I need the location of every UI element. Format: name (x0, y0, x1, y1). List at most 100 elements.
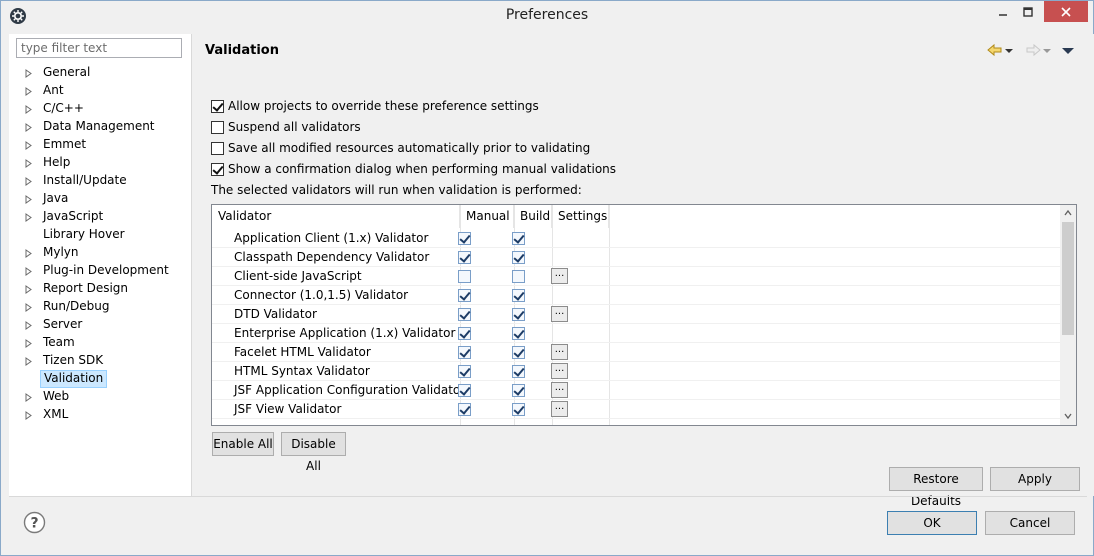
build-checkbox[interactable] (512, 270, 525, 283)
help-icon[interactable]: ? (23, 511, 46, 534)
expand-arrow-icon[interactable] (25, 249, 33, 258)
build-checkbox[interactable] (512, 308, 525, 321)
build-checkbox[interactable] (512, 365, 525, 378)
vertical-scrollbar[interactable] (1060, 205, 1076, 425)
checkbox[interactable] (211, 141, 224, 155)
settings-button[interactable]: ... (551, 363, 568, 379)
manual-checkbox[interactable] (458, 232, 471, 245)
tree-item[interactable]: Data Management (9, 118, 189, 136)
manual-checkbox[interactable] (458, 251, 471, 264)
expand-arrow-icon[interactable] (25, 69, 33, 78)
table-row[interactable]: Application Client (1.x) Validator (212, 229, 1060, 248)
manual-checkbox[interactable] (458, 289, 471, 302)
manual-checkbox[interactable] (458, 346, 471, 359)
tree-item[interactable]: Plug-in Development (9, 262, 189, 280)
expand-arrow-icon[interactable] (25, 213, 33, 222)
enable-all-button[interactable]: Enable All (212, 432, 274, 456)
tree-item[interactable]: Help (9, 154, 189, 172)
expand-arrow-icon[interactable] (25, 411, 33, 420)
expand-arrow-icon[interactable] (25, 321, 33, 330)
table-row[interactable]: Classpath Dependency Validator (212, 248, 1060, 267)
close-icon[interactable] (1044, 1, 1088, 22)
table-row[interactable]: Facelet HTML Validator... (212, 343, 1060, 362)
expand-arrow-icon[interactable] (25, 267, 33, 276)
table-row[interactable]: HTML Syntax Validator... (212, 362, 1060, 381)
restore-defaults-button[interactable]: Restore Defaults (889, 467, 983, 508)
scroll-down-icon[interactable] (1064, 412, 1072, 420)
minimize-icon[interactable] (991, 1, 1015, 22)
tree-item[interactable]: C/C++ (9, 100, 189, 118)
scrollbar-thumb[interactable] (1062, 222, 1074, 335)
column-header-settings[interactable]: Settings (552, 205, 609, 228)
manual-checkbox[interactable] (458, 384, 471, 397)
tree-item[interactable]: XML (9, 406, 189, 424)
table-row[interactable]: Connector (1.0,1.5) Validator (212, 286, 1060, 305)
view-menu-icon[interactable] (1061, 42, 1075, 58)
option-allow-override[interactable]: Allow projects to override these prefere… (211, 97, 539, 115)
expand-arrow-icon[interactable] (25, 285, 33, 294)
checkbox[interactable] (211, 162, 224, 176)
forward-menu-icon[interactable] (1042, 42, 1052, 58)
expand-arrow-icon[interactable] (25, 303, 33, 312)
tree-item[interactable]: Validation (9, 370, 189, 388)
settings-button[interactable]: ... (551, 401, 568, 417)
expand-arrow-icon[interactable] (25, 195, 33, 204)
option-confirmation-dialog[interactable]: Show a confirmation dialog when performi… (211, 160, 616, 178)
manual-checkbox[interactable] (458, 403, 471, 416)
ok-button[interactable]: OK (887, 511, 977, 535)
tree-item[interactable]: Java (9, 190, 189, 208)
tree-item[interactable]: Server (9, 316, 189, 334)
scroll-up-icon[interactable] (1064, 209, 1072, 217)
option-save-resources[interactable]: Save all modified resources automaticall… (211, 139, 590, 157)
tree-item[interactable]: General (9, 64, 189, 82)
build-checkbox[interactable] (512, 289, 525, 302)
build-checkbox[interactable] (512, 384, 525, 397)
tree-item[interactable]: Mylyn (9, 244, 189, 262)
tree-item[interactable]: Emmet (9, 136, 189, 154)
expand-arrow-icon[interactable] (25, 177, 33, 186)
table-row[interactable]: Client-side JavaScript... (212, 267, 1060, 286)
expand-arrow-icon[interactable] (25, 87, 33, 96)
expand-arrow-icon[interactable] (25, 357, 33, 366)
table-row[interactable]: Enterprise Application (1.x) Validator (212, 324, 1060, 343)
tree-item[interactable]: Library Hover (9, 226, 189, 244)
back-menu-icon[interactable] (1004, 42, 1014, 58)
settings-button[interactable]: ... (551, 382, 568, 398)
table-row[interactable]: JSF Application Configuration Validator.… (212, 381, 1060, 400)
tree-item[interactable]: Report Design (9, 280, 189, 298)
settings-button[interactable]: ... (551, 268, 568, 284)
build-checkbox[interactable] (512, 232, 525, 245)
apply-button[interactable]: Apply (990, 467, 1080, 491)
build-checkbox[interactable] (512, 327, 525, 340)
column-header-validator[interactable]: Validator (212, 205, 460, 228)
tree-item[interactable]: Ant (9, 82, 189, 100)
cancel-button[interactable]: Cancel (985, 511, 1075, 535)
expand-arrow-icon[interactable] (25, 123, 33, 132)
manual-checkbox[interactable] (458, 365, 471, 378)
option-suspend-validators[interactable]: Suspend all validators (211, 118, 361, 136)
expand-arrow-icon[interactable] (25, 339, 33, 348)
tree-item[interactable]: JavaScript (9, 208, 189, 226)
maximize-icon[interactable] (1016, 1, 1040, 22)
tree-item[interactable]: Run/Debug (9, 298, 189, 316)
expand-arrow-icon[interactable] (25, 159, 33, 168)
manual-checkbox[interactable] (458, 270, 471, 283)
build-checkbox[interactable] (512, 403, 525, 416)
settings-button[interactable]: ... (551, 344, 568, 360)
expand-arrow-icon[interactable] (25, 141, 33, 150)
back-arrow-icon[interactable] (986, 42, 1004, 58)
column-header-build[interactable]: Build (514, 205, 552, 228)
build-checkbox[interactable] (512, 346, 525, 359)
settings-button[interactable]: ... (551, 306, 568, 322)
build-checkbox[interactable] (512, 251, 525, 264)
forward-arrow-icon[interactable] (1024, 42, 1042, 58)
expand-arrow-icon[interactable] (25, 393, 33, 402)
disable-all-button[interactable]: Disable All (281, 432, 346, 473)
checkbox[interactable] (211, 99, 224, 113)
tree-item[interactable]: Tizen SDK (9, 352, 189, 370)
expand-arrow-icon[interactable] (25, 105, 33, 114)
table-row[interactable]: JSF View Validator... (212, 400, 1060, 419)
column-header-manual[interactable]: Manual (460, 205, 514, 228)
tree-item[interactable]: Web (9, 388, 189, 406)
checkbox[interactable] (211, 120, 224, 134)
